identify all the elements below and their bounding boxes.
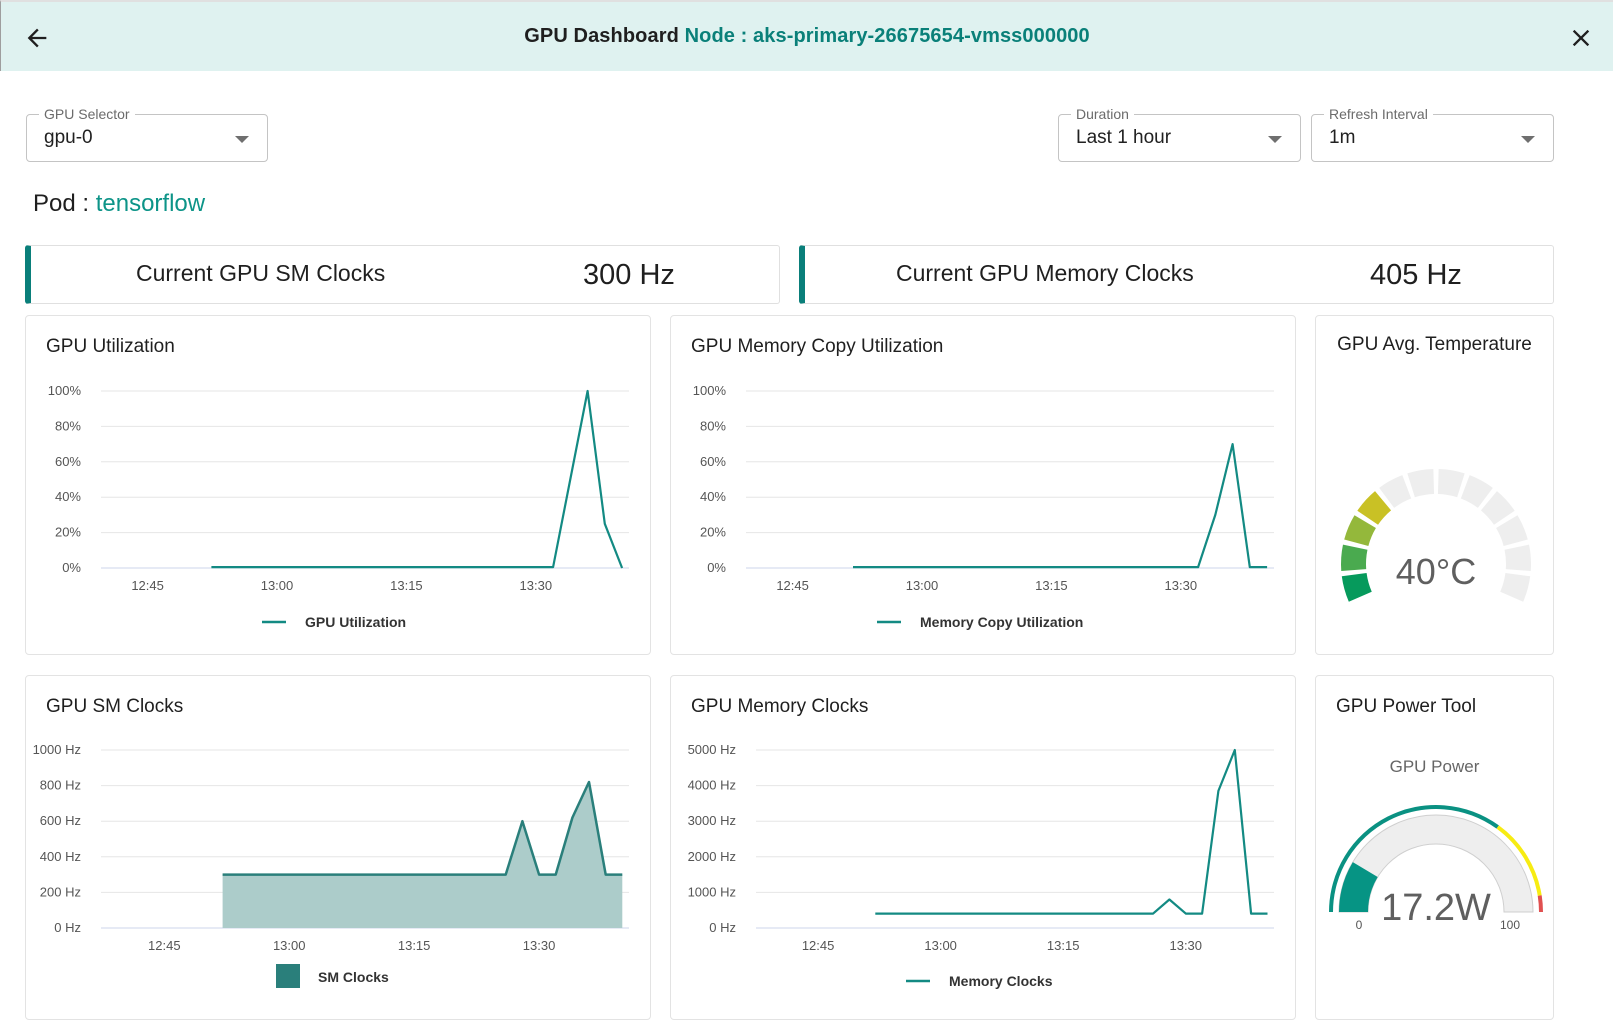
x-tick-label: 13:30 [1165,578,1198,593]
gauge-segment [1500,573,1531,602]
x-tick-label: 13:00 [261,578,294,593]
gauge-segment [1437,469,1465,498]
sm-clocks-chart: 0 Hz 200 Hz 400 Hz 600 Hz 800 Hz 1000 Hz 12:45… [33,742,629,988]
legend-swatch [276,964,300,988]
duration-select[interactable]: Duration Last 1 hour [1058,106,1301,162]
gauge-segment [1341,544,1368,572]
card-gpu-power: GPU Power Tool GPU Power 17.2W 0 100 [1315,675,1554,1020]
card-gpu-temperature: GPU Avg. Temperature 40°C [1315,315,1554,655]
chevron-down-icon [1268,136,1282,143]
x-tick-label: 12:45 [131,578,164,593]
chevron-down-icon [1521,136,1535,143]
stat-value: 405 Hz [1370,259,1462,291]
series-line [875,748,1268,915]
power-value: 17.2W [1381,887,1491,929]
gauge-min-label: 0 [1356,918,1363,932]
x-tick-label: 13:30 [520,578,553,593]
y-tick-label: 60% [700,454,726,469]
y-tick-label: 0% [62,560,81,575]
y-tick-label: 0 Hz [54,920,81,935]
page-title: GPU Dashboard Node : aks-primary-2667565… [524,25,1090,48]
x-tick-label: 13:00 [924,938,957,953]
y-tick-label: 800 Hz [40,778,81,793]
x-tick-label: 13:00 [273,938,306,953]
refresh-interval-label: Refresh Interval [1324,106,1433,122]
y-tick-label: 400 Hz [40,849,81,864]
stat-sm-clocks: Current GPU SM Clocks 300 Hz [25,245,780,304]
stat-label: Current GPU SM Clocks [136,260,386,286]
gauge-segment [1504,544,1531,572]
y-tick-label: 40% [55,489,81,504]
header-bar: GPU Dashboard Node : aks-primary-2667565… [0,0,1613,71]
stat-memory-clocks: Current GPU Memory Clocks 405 Hz [799,245,1554,304]
memory-copy-utilization-chart: 0% 20% 40% 60% 80% 100% 12:45 13:00 13:15 13:30 Me… [693,383,1274,630]
legend-label: SM Clocks [318,969,389,985]
x-tick-label: 13:15 [398,938,431,953]
pod-name: tensorflow [95,190,206,217]
x-tick-label: 13:30 [1169,938,1202,953]
x-tick-label: 13:00 [906,578,939,593]
y-tick-label: 0 Hz [709,920,736,935]
chevron-down-icon [235,136,249,143]
pod-label: Pod : [33,190,90,217]
y-tick-label: 1000 Hz [33,742,81,757]
stat-value: 300 Hz [583,259,675,291]
y-tick-label: 100% [48,383,82,398]
y-tick-label: 80% [700,418,726,433]
close-icon[interactable] [1567,24,1595,52]
pod-info: Pod : tensorflow [33,190,205,218]
y-tick-label: 3000 Hz [688,813,736,828]
y-tick-label: 0% [707,560,726,575]
y-tick-label: 200 Hz [40,884,81,899]
gauge-segment [1407,469,1435,498]
x-tick-label: 13:30 [523,938,556,953]
gpu-selector-value: gpu-0 [44,127,93,148]
y-tick-label: 20% [700,525,726,540]
gpu-selector-label: GPU Selector [39,106,135,122]
series-line [853,443,1268,569]
y-tick-label: 100% [693,383,727,398]
duration-value: Last 1 hour [1076,127,1172,148]
y-tick-label: 40% [700,489,726,504]
card-gpu-memory-clocks: GPU Memory Clocks 0 Hz 1000 Hz 2000 Hz 3000… [670,675,1296,1020]
legend-label: Memory Clocks [949,973,1053,989]
x-tick-label: 13:15 [1047,938,1080,953]
node-label: Node : aks-primary-26675654-vmss000000 [684,25,1090,47]
y-tick-label: 4000 Hz [688,778,736,793]
x-tick-label: 12:45 [148,938,181,953]
gauge-band [1537,895,1543,912]
temperature-value: 40°C [1396,551,1476,592]
refresh-interval-value: 1m [1329,127,1356,148]
card-gpu-utilization: GPU Utilization 0% 20% 40% 60% 80% 100% 12:45 1… [25,315,651,655]
card-gpu-sm-clocks: GPU SM Clocks 0 Hz 200 Hz 400 Hz 600 Hz 800 … [25,675,651,1020]
gauge-segment [1341,573,1372,602]
arrow-left-icon[interactable] [23,24,51,52]
y-tick-label: 2000 Hz [688,849,736,864]
legend-label: GPU Utilization [305,614,406,630]
x-tick-label: 13:15 [390,578,423,593]
x-tick-label: 13:15 [1035,578,1068,593]
y-tick-label: 1000 Hz [688,884,736,899]
stat-label: Current GPU Memory Clocks [896,260,1194,286]
legend-label: Memory Copy Utilization [920,614,1083,630]
card-gpu-memory-copy-utilization: GPU Memory Copy Utilization 0% 20% 40% 60% 8… [670,315,1296,655]
x-tick-label: 12:45 [802,938,835,953]
x-tick-label: 12:45 [776,578,809,593]
gpu-selector[interactable]: GPU Selector gpu-0 [26,106,268,162]
temperature-gauge: 40°C [1341,469,1531,602]
y-tick-label: 20% [55,525,81,540]
duration-label: Duration [1071,106,1134,122]
dashboard-title: GPU Dashboard [524,25,679,47]
memory-clocks-chart: 0 Hz 1000 Hz 2000 Hz 3000 Hz 4000 Hz 5000 Hz 1… [688,742,1274,989]
y-tick-label: 600 Hz [40,813,81,828]
series-line [211,389,624,569]
y-tick-label: 5000 Hz [688,742,736,757]
gauge-max-label: 100 [1500,918,1520,932]
y-tick-label: 80% [55,418,81,433]
power-gauge: 17.2W 0 100 [1329,805,1543,932]
y-tick-label: 60% [55,454,81,469]
gpu-utilization-chart: 0% 20% 40% 60% 80% 100% 12:45 13:00 13:15 13:30 GP… [48,383,629,630]
refresh-interval-select[interactable]: Refresh Interval 1m [1311,106,1554,162]
